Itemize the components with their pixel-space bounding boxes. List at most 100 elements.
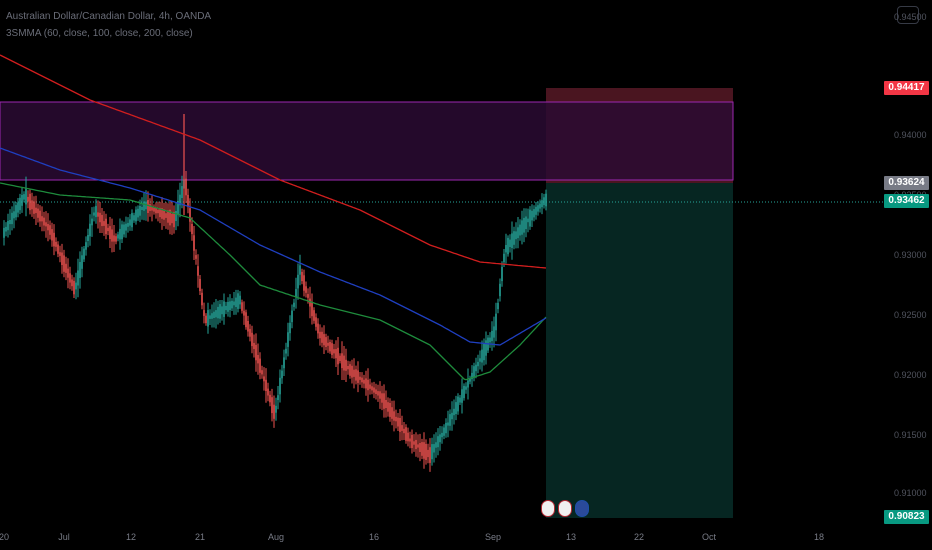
australia-flag-icon[interactable]: [575, 500, 589, 517]
candle-body: [349, 364, 351, 376]
candle-body: [459, 397, 461, 403]
candle-body: [47, 224, 49, 231]
candle-body: [427, 449, 429, 458]
candle-body: [519, 224, 521, 236]
candle-body: [193, 235, 195, 251]
price-tick: 0.92000: [894, 370, 927, 380]
candle-body: [305, 286, 307, 293]
candle-body: [343, 355, 345, 371]
candle-body: [523, 217, 525, 233]
candle-body: [117, 234, 119, 239]
candle-body: [481, 349, 483, 363]
candle-body: [211, 313, 213, 319]
candle-body: [203, 310, 205, 316]
candle-body: [29, 193, 31, 211]
chart-window[interactable]: Australian Dollar/Canadian Dollar, 4h, O…: [0, 0, 932, 550]
candle-body: [281, 370, 283, 379]
candle-body: [375, 389, 377, 394]
candle-body: [457, 396, 459, 412]
canada-flag-icon[interactable]: [558, 500, 572, 517]
candle-body: [377, 391, 379, 396]
candle-body: [477, 361, 479, 367]
price-tick: 0.91500: [894, 430, 927, 440]
candle-body: [165, 213, 167, 218]
candle-body: [381, 393, 383, 403]
candle-body: [379, 391, 381, 399]
supply-zone-rectangle[interactable]: [0, 101, 734, 181]
candle-body: [107, 227, 109, 232]
candle-body: [127, 222, 129, 227]
candle-body: [319, 331, 321, 339]
candle-body: [265, 379, 267, 391]
candle-body: [219, 304, 221, 319]
candle-body: [461, 389, 463, 403]
candle-body: [137, 208, 139, 218]
candle-body: [135, 209, 137, 222]
candle-body: [261, 370, 263, 375]
take-profit-zone[interactable]: [546, 183, 733, 518]
time-tick: 16: [368, 532, 380, 542]
candle-body: [39, 210, 41, 222]
candle-body: [41, 216, 43, 222]
symbol-title[interactable]: Australian Dollar/Canadian Dollar, 4h, O…: [6, 11, 211, 23]
candle-body: [479, 358, 481, 362]
time-tick: Oct: [701, 532, 717, 542]
candle-body: [247, 321, 249, 332]
candle-body: [411, 434, 413, 448]
candle-body: [289, 322, 291, 334]
price-tick: 0.91000: [894, 488, 927, 498]
candle-body: [277, 395, 279, 400]
price-badge: 0.90823: [884, 510, 929, 524]
candle-body: [77, 270, 79, 286]
candle-body: [43, 217, 45, 226]
candle-body: [67, 268, 69, 278]
candle-body: [241, 302, 243, 311]
candle-body: [445, 422, 447, 434]
candle-body: [533, 209, 535, 218]
candle-body: [259, 358, 261, 373]
candle-body: [507, 237, 509, 255]
canada-flag-icon[interactable]: [541, 500, 555, 517]
candle-body: [87, 235, 89, 241]
candle-body: [299, 265, 301, 275]
candle-body: [495, 313, 497, 331]
candle-body: [303, 275, 305, 291]
candle-body: [115, 236, 117, 242]
candle-body: [321, 331, 323, 343]
candle-body: [73, 280, 75, 295]
candle-body: [103, 221, 105, 226]
candle-body: [121, 224, 123, 240]
candle-body: [57, 244, 59, 254]
candle-body: [537, 205, 539, 212]
candle-body: [109, 226, 111, 239]
candle-body: [283, 357, 285, 369]
candle-body: [339, 355, 341, 361]
price-tick: 0.94500: [894, 12, 927, 22]
candle-body: [273, 404, 275, 419]
candle-body: [437, 436, 439, 448]
candle-body: [493, 326, 495, 338]
candle-body: [53, 232, 55, 247]
candle-body: [447, 422, 449, 426]
candle-body: [467, 380, 469, 388]
candle-body: [475, 364, 477, 372]
candle-body: [345, 359, 347, 371]
candle-body: [361, 377, 363, 383]
candle-body: [409, 438, 411, 442]
candle-body: [123, 224, 125, 235]
candle-body: [515, 231, 517, 240]
candle-body: [371, 386, 373, 391]
candle-body: [113, 235, 115, 242]
candle-body: [15, 205, 17, 218]
candle-body: [225, 305, 227, 311]
indicator-legend[interactable]: 3SMMA (60, close, 100, close, 200, close…: [6, 28, 193, 40]
candle-body: [95, 205, 97, 218]
candle-body: [275, 405, 277, 413]
candle-body: [539, 203, 541, 209]
chart-canvas[interactable]: [0, 0, 932, 550]
candle-body: [443, 427, 445, 436]
candle-body: [419, 443, 421, 452]
candle-body: [33, 201, 35, 214]
candle-body: [141, 206, 143, 210]
candle-body: [89, 223, 91, 237]
